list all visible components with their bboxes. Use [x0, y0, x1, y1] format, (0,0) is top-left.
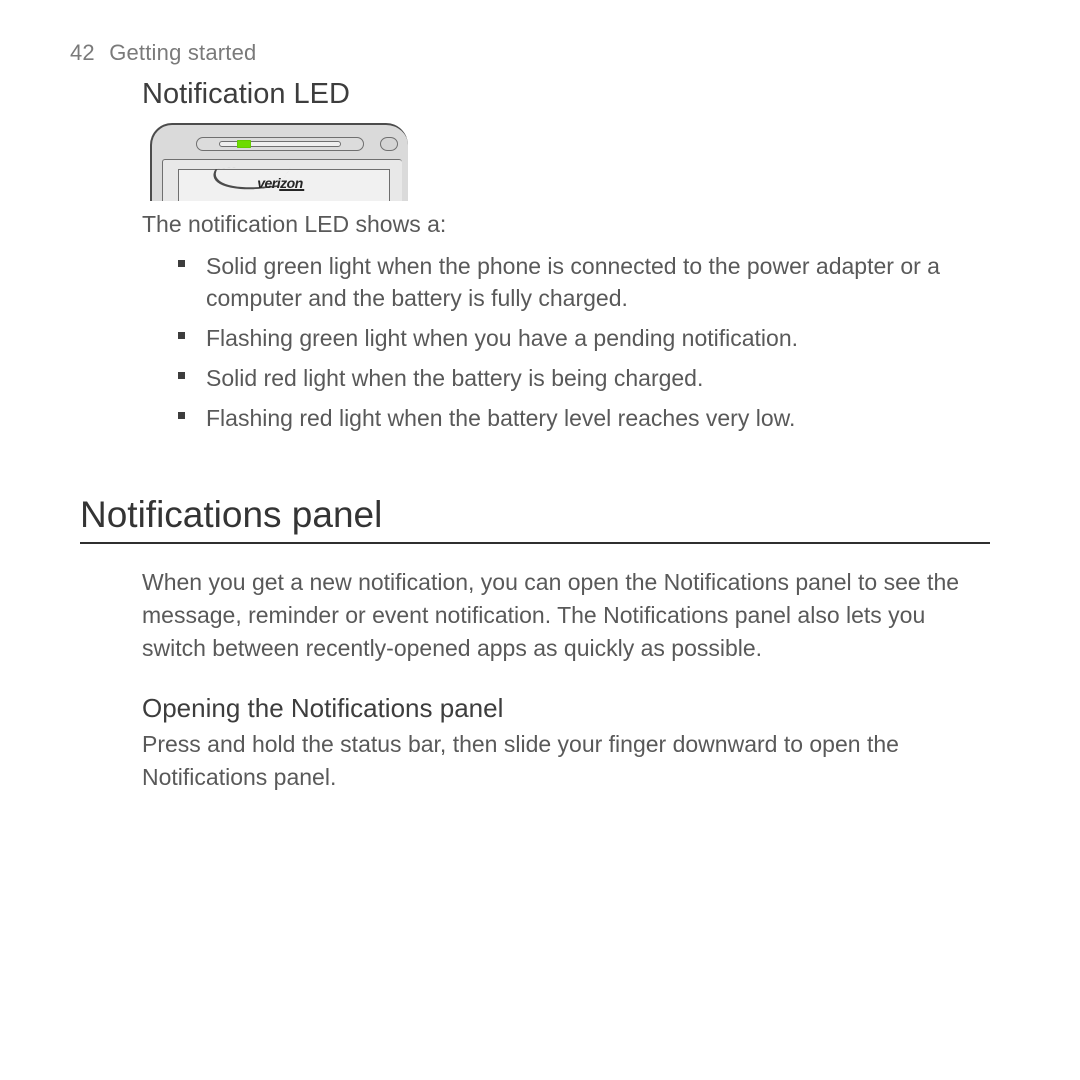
page: 42 Getting started Notification LED veri… — [0, 0, 1080, 794]
carrier-logo: verizon — [257, 175, 303, 191]
list-item: Solid green light when the phone is conn… — [172, 246, 960, 318]
carrier-logo-part-b: zon — [280, 175, 303, 191]
camera-icon — [380, 137, 398, 151]
list-item: Flashing red light when the battery leve… — [172, 398, 960, 438]
chapter-title: Getting started — [109, 40, 256, 65]
led-state-list: Solid green light when the phone is conn… — [142, 246, 1000, 438]
panel-content: When you get a new notification, you can… — [70, 566, 1000, 794]
section-title-led: Notification LED — [142, 78, 1000, 111]
page-header: 42 Getting started — [70, 40, 1000, 66]
list-item: Flashing green light when you have a pen… — [172, 318, 960, 358]
phone-illustration: verizon — [150, 123, 1000, 201]
earpiece-icon — [196, 137, 364, 151]
page-number: 42 — [70, 40, 95, 65]
list-item: Solid red light when the battery is bein… — [172, 358, 960, 398]
led-intro-text: The notification LED shows a: — [142, 211, 1000, 238]
carrier-logo-part-a: veri — [257, 175, 280, 191]
subsection-title-opening: Opening the Notifications panel — [142, 693, 1000, 724]
content-area: Notification LED verizon The notificatio… — [70, 78, 1000, 438]
section-title-panel: Notifications panel — [80, 494, 1000, 542]
notification-led-icon — [237, 140, 251, 148]
opening-body-text: Press and hold the status bar, then slid… — [142, 728, 1000, 794]
panel-body-text: When you get a new notification, you can… — [142, 566, 1000, 665]
section-rule — [80, 542, 990, 544]
